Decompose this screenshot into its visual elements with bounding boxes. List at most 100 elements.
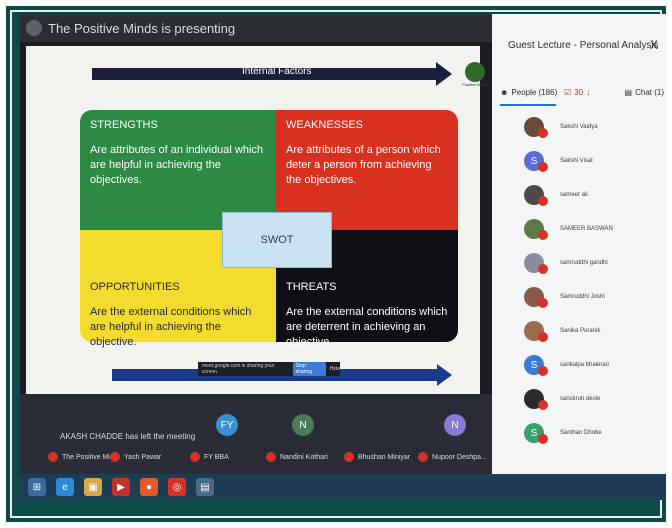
- mic-off-icon: [538, 128, 548, 138]
- participant-tile[interactable]: FY BBA: [190, 452, 229, 462]
- chrome-icon[interactable]: ◎: [168, 478, 186, 496]
- arrow-down-icon: ↓: [586, 87, 591, 97]
- active-tab-indicator: [500, 104, 556, 106]
- mic-off-icon: [418, 452, 428, 462]
- mic-off-icon: [538, 400, 548, 410]
- stop-sharing-button[interactable]: Stop sharing: [292, 362, 326, 376]
- tab-questions-count: 30: [574, 87, 584, 97]
- participant-avatar: N: [444, 414, 466, 436]
- participant-tile[interactable]: Nupoor Deshpa...: [418, 452, 487, 462]
- participant-row[interactable]: Sakshi Vaidya: [502, 112, 662, 142]
- participant-row[interactable]: S Santhan Dhobe: [502, 418, 662, 448]
- screen-share-notice: meet.google.com is sharing your screen. …: [198, 362, 340, 376]
- strengths-title: STRENGTHS: [90, 119, 158, 131]
- participant-tile[interactable]: The Positive Mi...: [48, 452, 116, 462]
- meeting-details-panel: Guest Lecture - Personal Analysis a... X…: [492, 14, 666, 474]
- people-list: Sakshi Vaidya S Sakshi Visal sameer ali SAME…: [502, 112, 662, 452]
- participant-tile-name: Nandini Kothari: [280, 453, 328, 461]
- participant-name: Sanika Puranik: [560, 328, 601, 334]
- opportunities-title: OPPORTUNITIES: [90, 281, 180, 293]
- participant-row[interactable]: Sanika Puranik: [502, 316, 662, 346]
- participant-name: sameer ali: [560, 192, 588, 198]
- threats-text: Are the external conditions which are de…: [286, 305, 448, 348]
- participant-strip: AKASH CHADDE has left the meeting The Po…: [20, 394, 492, 474]
- firefox-icon[interactable]: ●: [140, 478, 158, 496]
- participant-row[interactable]: Samruddhi Joshi: [502, 282, 662, 312]
- swot-center-label: SWOT: [222, 212, 332, 268]
- participant-name: Sakshi Visal: [560, 158, 593, 164]
- monitor-screen: The Positive Minds is presenting Interna…: [20, 14, 666, 500]
- participant-name: samruddhi gandhi: [560, 260, 608, 266]
- checkbox-icon: ☑: [564, 87, 572, 97]
- mic-off-icon: [538, 230, 548, 240]
- presenter-avatar-icon: [26, 20, 42, 36]
- participant-row[interactable]: Ssankalpa bhalerao: [502, 350, 662, 380]
- participant-tile-name: Nupoor Deshpa...: [432, 453, 487, 461]
- people-icon: ☻: [500, 87, 509, 97]
- participant-avatar: N: [292, 414, 314, 436]
- participant-tile-name: FY BBA: [204, 453, 229, 461]
- opportunities-text: Are the external conditions which are he…: [90, 305, 252, 348]
- participant-row[interactable]: SAMEER BASWAN: [502, 214, 662, 244]
- hide-notice-button[interactable]: Hide: [330, 366, 340, 372]
- mic-off-icon: [538, 332, 548, 342]
- participant-tile-name: The Positive Mi...: [62, 453, 116, 461]
- internal-factors-label: Internal Factors: [242, 66, 312, 77]
- logo-caption: Positive Minds: [462, 82, 488, 87]
- weaknesses-title: WEAKNESSES: [286, 119, 364, 131]
- positive-minds-logo: Positive Minds: [462, 62, 488, 96]
- presenting-text: The Positive Minds is presenting: [48, 20, 236, 36]
- panel-tabs: ☻ People (186) ☑ 30 ↓ ▤ Chat (1): [500, 82, 666, 102]
- app-icon[interactable]: ▤: [196, 478, 214, 496]
- participant-name: SAMEER BASWAN: [560, 226, 613, 232]
- weaknesses-text: Are attributes of a person which deter a…: [286, 143, 441, 186]
- mic-off-icon: [344, 452, 354, 462]
- left-meeting-notice: AKASH CHADDE has left the meeting: [60, 432, 196, 441]
- participant-name: Sakshi Vaidya: [560, 124, 598, 130]
- mic-off-icon: [538, 434, 548, 444]
- shared-slide: Internal Factors Positive Minds STRENGTH…: [26, 46, 488, 394]
- mic-off-icon: [190, 452, 200, 462]
- participant-row[interactable]: S Sakshi Visal: [502, 146, 662, 176]
- chat-icon: ▤: [624, 87, 633, 97]
- participant-tile[interactable]: Yash Pawar: [110, 452, 161, 462]
- internet-explorer-icon[interactable]: e: [56, 478, 74, 496]
- participant-tile-name: Yash Pawar: [124, 453, 162, 461]
- participant-name: sankalpa bhalerao: [560, 362, 610, 368]
- internal-factors-arrow: Internal Factors: [92, 62, 452, 86]
- windows-start-icon[interactable]: ⊞: [28, 478, 46, 496]
- tab-people[interactable]: ☻ People (186): [500, 88, 564, 97]
- participant-name: Samruddhi Joshi: [560, 294, 605, 300]
- mic-off-icon: [538, 264, 548, 274]
- panel-title: Guest Lecture - Personal Analysis a...: [508, 40, 658, 51]
- windows-taskbar: ⊞ e ▣ ▶ ● ◎ ▤: [20, 474, 666, 500]
- mic-off-icon: [266, 452, 276, 462]
- participant-name: Santhan Dhobe: [560, 430, 602, 436]
- tab-chat-label: Chat (1): [635, 87, 664, 97]
- close-icon[interactable]: X: [650, 38, 658, 52]
- participant-tile[interactable]: Bhushan Miniyar: [344, 452, 410, 462]
- mic-off-icon: [48, 452, 58, 462]
- tree-icon: [465, 62, 485, 82]
- tab-chat[interactable]: ▤ Chat (1): [614, 88, 664, 97]
- mic-off-icon: [538, 366, 548, 376]
- participant-tile-name: Bhushan Miniyar: [358, 453, 411, 461]
- participant-row[interactable]: samruddhi gandhi: [502, 248, 662, 278]
- mic-off-icon: [538, 196, 548, 206]
- participant-tile[interactable]: Nandini Kothari: [266, 452, 328, 462]
- participant-row[interactable]: sameer ali: [502, 180, 662, 210]
- mic-off-icon: [538, 162, 548, 172]
- participant-row[interactable]: sanskruti deole: [502, 384, 662, 414]
- mic-off-icon: [110, 452, 120, 462]
- participant-name: sanskruti deole: [560, 396, 601, 402]
- participant-avatar: FY: [216, 414, 238, 436]
- mic-off-icon: [538, 298, 548, 308]
- tab-questions[interactable]: ☑ 30 ↓: [564, 88, 614, 97]
- strengths-text: Are attributes of an individual which ar…: [90, 143, 264, 186]
- threats-title: THREATS: [286, 281, 337, 293]
- share-notice-text: meet.google.com is sharing your screen.: [202, 363, 275, 375]
- tab-people-label: People (186): [511, 87, 558, 97]
- folder-icon[interactable]: ▣: [84, 478, 102, 496]
- media-player-icon[interactable]: ▶: [112, 478, 130, 496]
- presenting-bar: The Positive Minds is presenting: [20, 14, 492, 42]
